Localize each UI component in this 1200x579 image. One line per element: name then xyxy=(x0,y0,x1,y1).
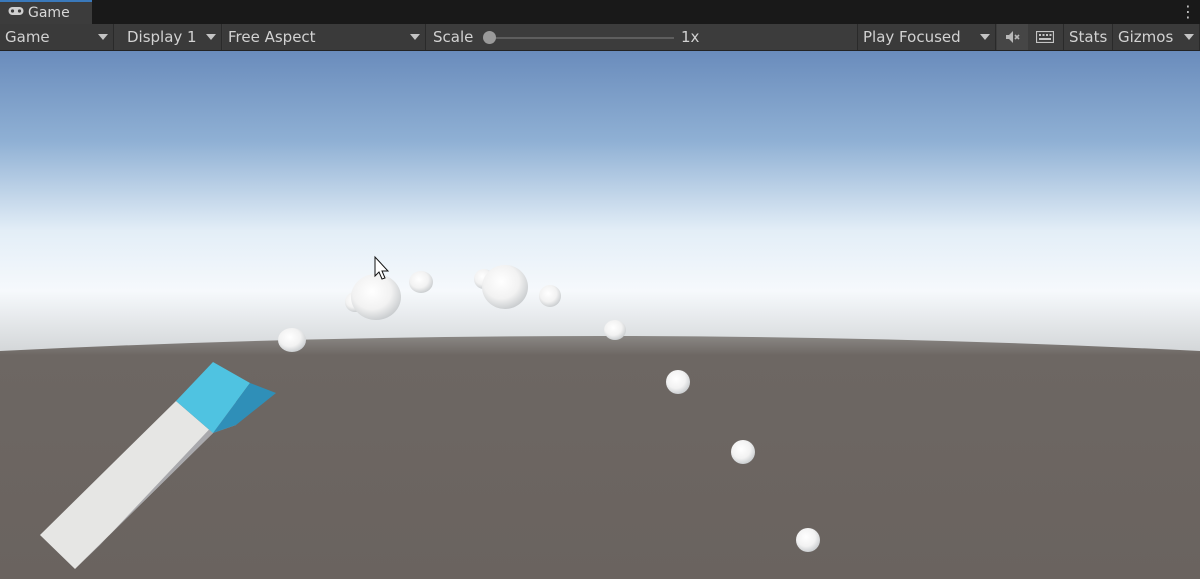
display-dropdown-label: Display 1 xyxy=(127,28,197,46)
chevron-down-icon xyxy=(410,34,420,40)
gizmos-button-label: Gizmos xyxy=(1118,28,1174,46)
view-dropdown[interactable]: Game xyxy=(0,24,114,50)
tab-game-label: Game xyxy=(28,5,70,21)
kebab-menu-icon[interactable]: ⋮ xyxy=(1180,3,1196,21)
play-mode-dropdown-label: Play Focused xyxy=(863,28,961,46)
sky xyxy=(0,51,1200,351)
tab-bar: Game ⋮ xyxy=(0,0,1200,24)
gamepad-icon xyxy=(8,5,24,21)
chevron-down-icon xyxy=(1184,34,1194,40)
stats-button[interactable]: Stats xyxy=(1063,24,1111,50)
stats-button-label: Stats xyxy=(1069,28,1108,46)
play-mode-dropdown[interactable]: Play Focused xyxy=(857,24,996,50)
view-dropdown-label: Game xyxy=(5,28,50,46)
scale-slider-track[interactable] xyxy=(490,37,674,39)
chevron-down-icon xyxy=(206,34,216,40)
aspect-dropdown-label: Free Aspect xyxy=(228,28,316,46)
chevron-down-icon xyxy=(98,34,108,40)
display-dropdown[interactable]: Display 1 xyxy=(120,24,222,50)
tab-game[interactable]: Game xyxy=(0,0,92,24)
chevron-down-icon xyxy=(980,34,990,40)
game-scene xyxy=(0,51,1200,579)
scale-value: 1x xyxy=(681,28,700,46)
scale-slider-handle[interactable] xyxy=(483,31,496,44)
aspect-dropdown[interactable]: Free Aspect xyxy=(223,24,426,50)
scale-label: Scale xyxy=(433,28,474,46)
keyboard-shortcuts-icon[interactable] xyxy=(1029,24,1060,50)
gizmos-button[interactable]: Gizmos xyxy=(1112,24,1200,50)
mute-audio-icon[interactable] xyxy=(997,24,1028,50)
game-viewport[interactable] xyxy=(0,51,1200,579)
